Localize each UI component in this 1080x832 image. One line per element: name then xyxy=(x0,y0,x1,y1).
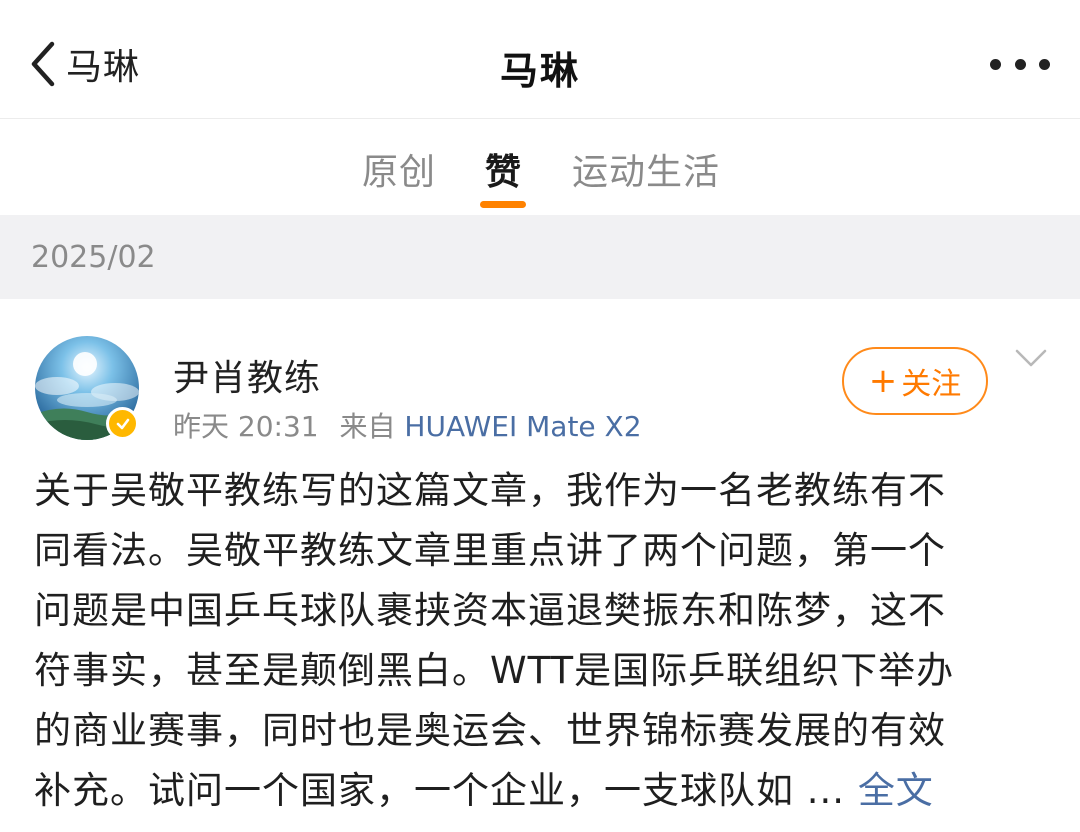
post-source-prefix: 来自 xyxy=(339,410,396,443)
post-card[interactable]: 尹肖教练 昨天 20:31 来自 HUAWEI Mate X2 + 关注 关于吴… xyxy=(0,299,1080,832)
follow-button[interactable]: + 关注 xyxy=(842,347,988,415)
post-body-line: 的商业赛事，同时也是奥运会、世界锦标赛发展的有效 xyxy=(34,709,946,752)
author-avatar[interactable] xyxy=(35,336,139,440)
post-body-line: 关于吴敬平教练写的这篇文章，我作为一名老教练有不 xyxy=(34,469,946,512)
follow-label: 关注 xyxy=(901,367,962,402)
top-nav-bar: 马琳 马琳 xyxy=(0,0,1080,119)
plus-icon: + xyxy=(868,361,898,401)
post-device[interactable]: HUAWEI Mate X2 xyxy=(404,410,641,443)
tab-sports-life[interactable]: 运动生活 xyxy=(572,143,720,195)
active-tab-indicator xyxy=(480,201,526,208)
author-name[interactable]: 尹肖教练 xyxy=(173,349,321,401)
post-time: 昨天 20:31 xyxy=(173,410,319,443)
chevron-down-icon[interactable] xyxy=(1013,345,1049,371)
post-body-line: 符事实，甚至是颠倒黑白。WTT是国际乒联组织下举办 xyxy=(34,649,955,692)
post-body-last-line: 补充。试问一个国家，一个企业，一支球队如 ... 全文 xyxy=(34,761,1044,821)
post-meta: 昨天 20:31 来自 HUAWEI Mate X2 xyxy=(173,405,642,445)
more-dots-icon xyxy=(990,58,1001,70)
date-group-label: 2025/02 xyxy=(31,240,156,275)
more-dots-icon xyxy=(1014,58,1026,70)
more-dots-icon xyxy=(1039,58,1050,70)
post-body-line: 同看法。吴敬平教练文章里重点讲了两个问题，第一个 xyxy=(34,529,946,572)
more-options-button[interactable] xyxy=(990,46,1050,82)
date-group-header: 2025/02 xyxy=(0,215,1080,299)
tab-bar: 原创 赞 运动生活 xyxy=(0,119,1080,215)
read-full-text-link[interactable]: 全文 xyxy=(858,769,934,812)
post-body[interactable]: 关于吴敬平教练写的这篇文章，我作为一名老教练有不 同看法。吴敬平教练文章里重点讲… xyxy=(34,461,1044,821)
post-body-line: 补充。试问一个国家，一个企业，一支球队如 ... xyxy=(34,769,846,812)
page-title: 马琳 xyxy=(499,49,580,93)
tab-likes[interactable]: 赞 xyxy=(485,143,522,195)
post-body-line: 问题是中国乒乓球队裹挟资本逼退樊振东和陈梦，这不 xyxy=(34,589,946,632)
tab-original[interactable]: 原创 xyxy=(362,143,436,195)
verified-badge-icon xyxy=(106,407,139,440)
